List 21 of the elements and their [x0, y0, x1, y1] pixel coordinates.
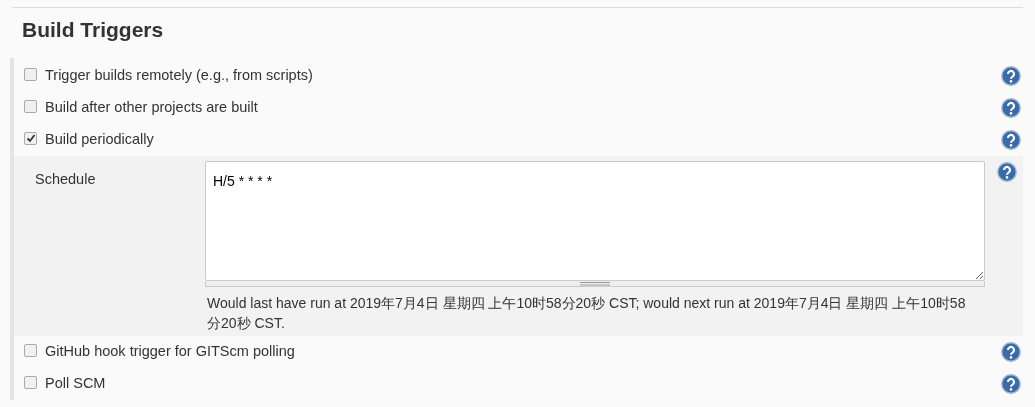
checkbox[interactable] [24, 131, 37, 145]
resize-handle[interactable] [205, 281, 985, 287]
checkbox-label: Build after other projects are built [45, 98, 259, 118]
checkbox[interactable] [24, 67, 37, 81]
checkbox[interactable] [24, 343, 37, 357]
schedule-note: Would last have run at 2019年7月4日 星期四 上午10时58分20秒 CST; would next run at 2019年7月4日 星期四 上午10时58分20秒 CST. [206, 294, 967, 333]
help-icon[interactable] [1001, 130, 1021, 150]
help-icon[interactable] [1001, 66, 1021, 86]
checkbox[interactable] [24, 375, 37, 389]
checkbox-label: Build periodically [45, 130, 155, 150]
field-label: Schedule [35, 170, 97, 189]
checkbox-label: Trigger builds remotely (e.g., from scripts) [45, 66, 314, 86]
help-icon[interactable] [997, 162, 1017, 183]
checkbox[interactable] [24, 99, 37, 113]
checkbox-label: Poll SCM [45, 374, 107, 394]
section-title: Build Triggers [22, 18, 165, 43]
checkbox-label: GitHub hook trigger for GITScm polling [45, 342, 296, 362]
help-icon[interactable] [1001, 374, 1021, 394]
help-icon[interactable] [1001, 98, 1021, 118]
help-icon[interactable] [1001, 342, 1021, 362]
schedule-field[interactable]: H/5 * * * * [205, 161, 985, 281]
